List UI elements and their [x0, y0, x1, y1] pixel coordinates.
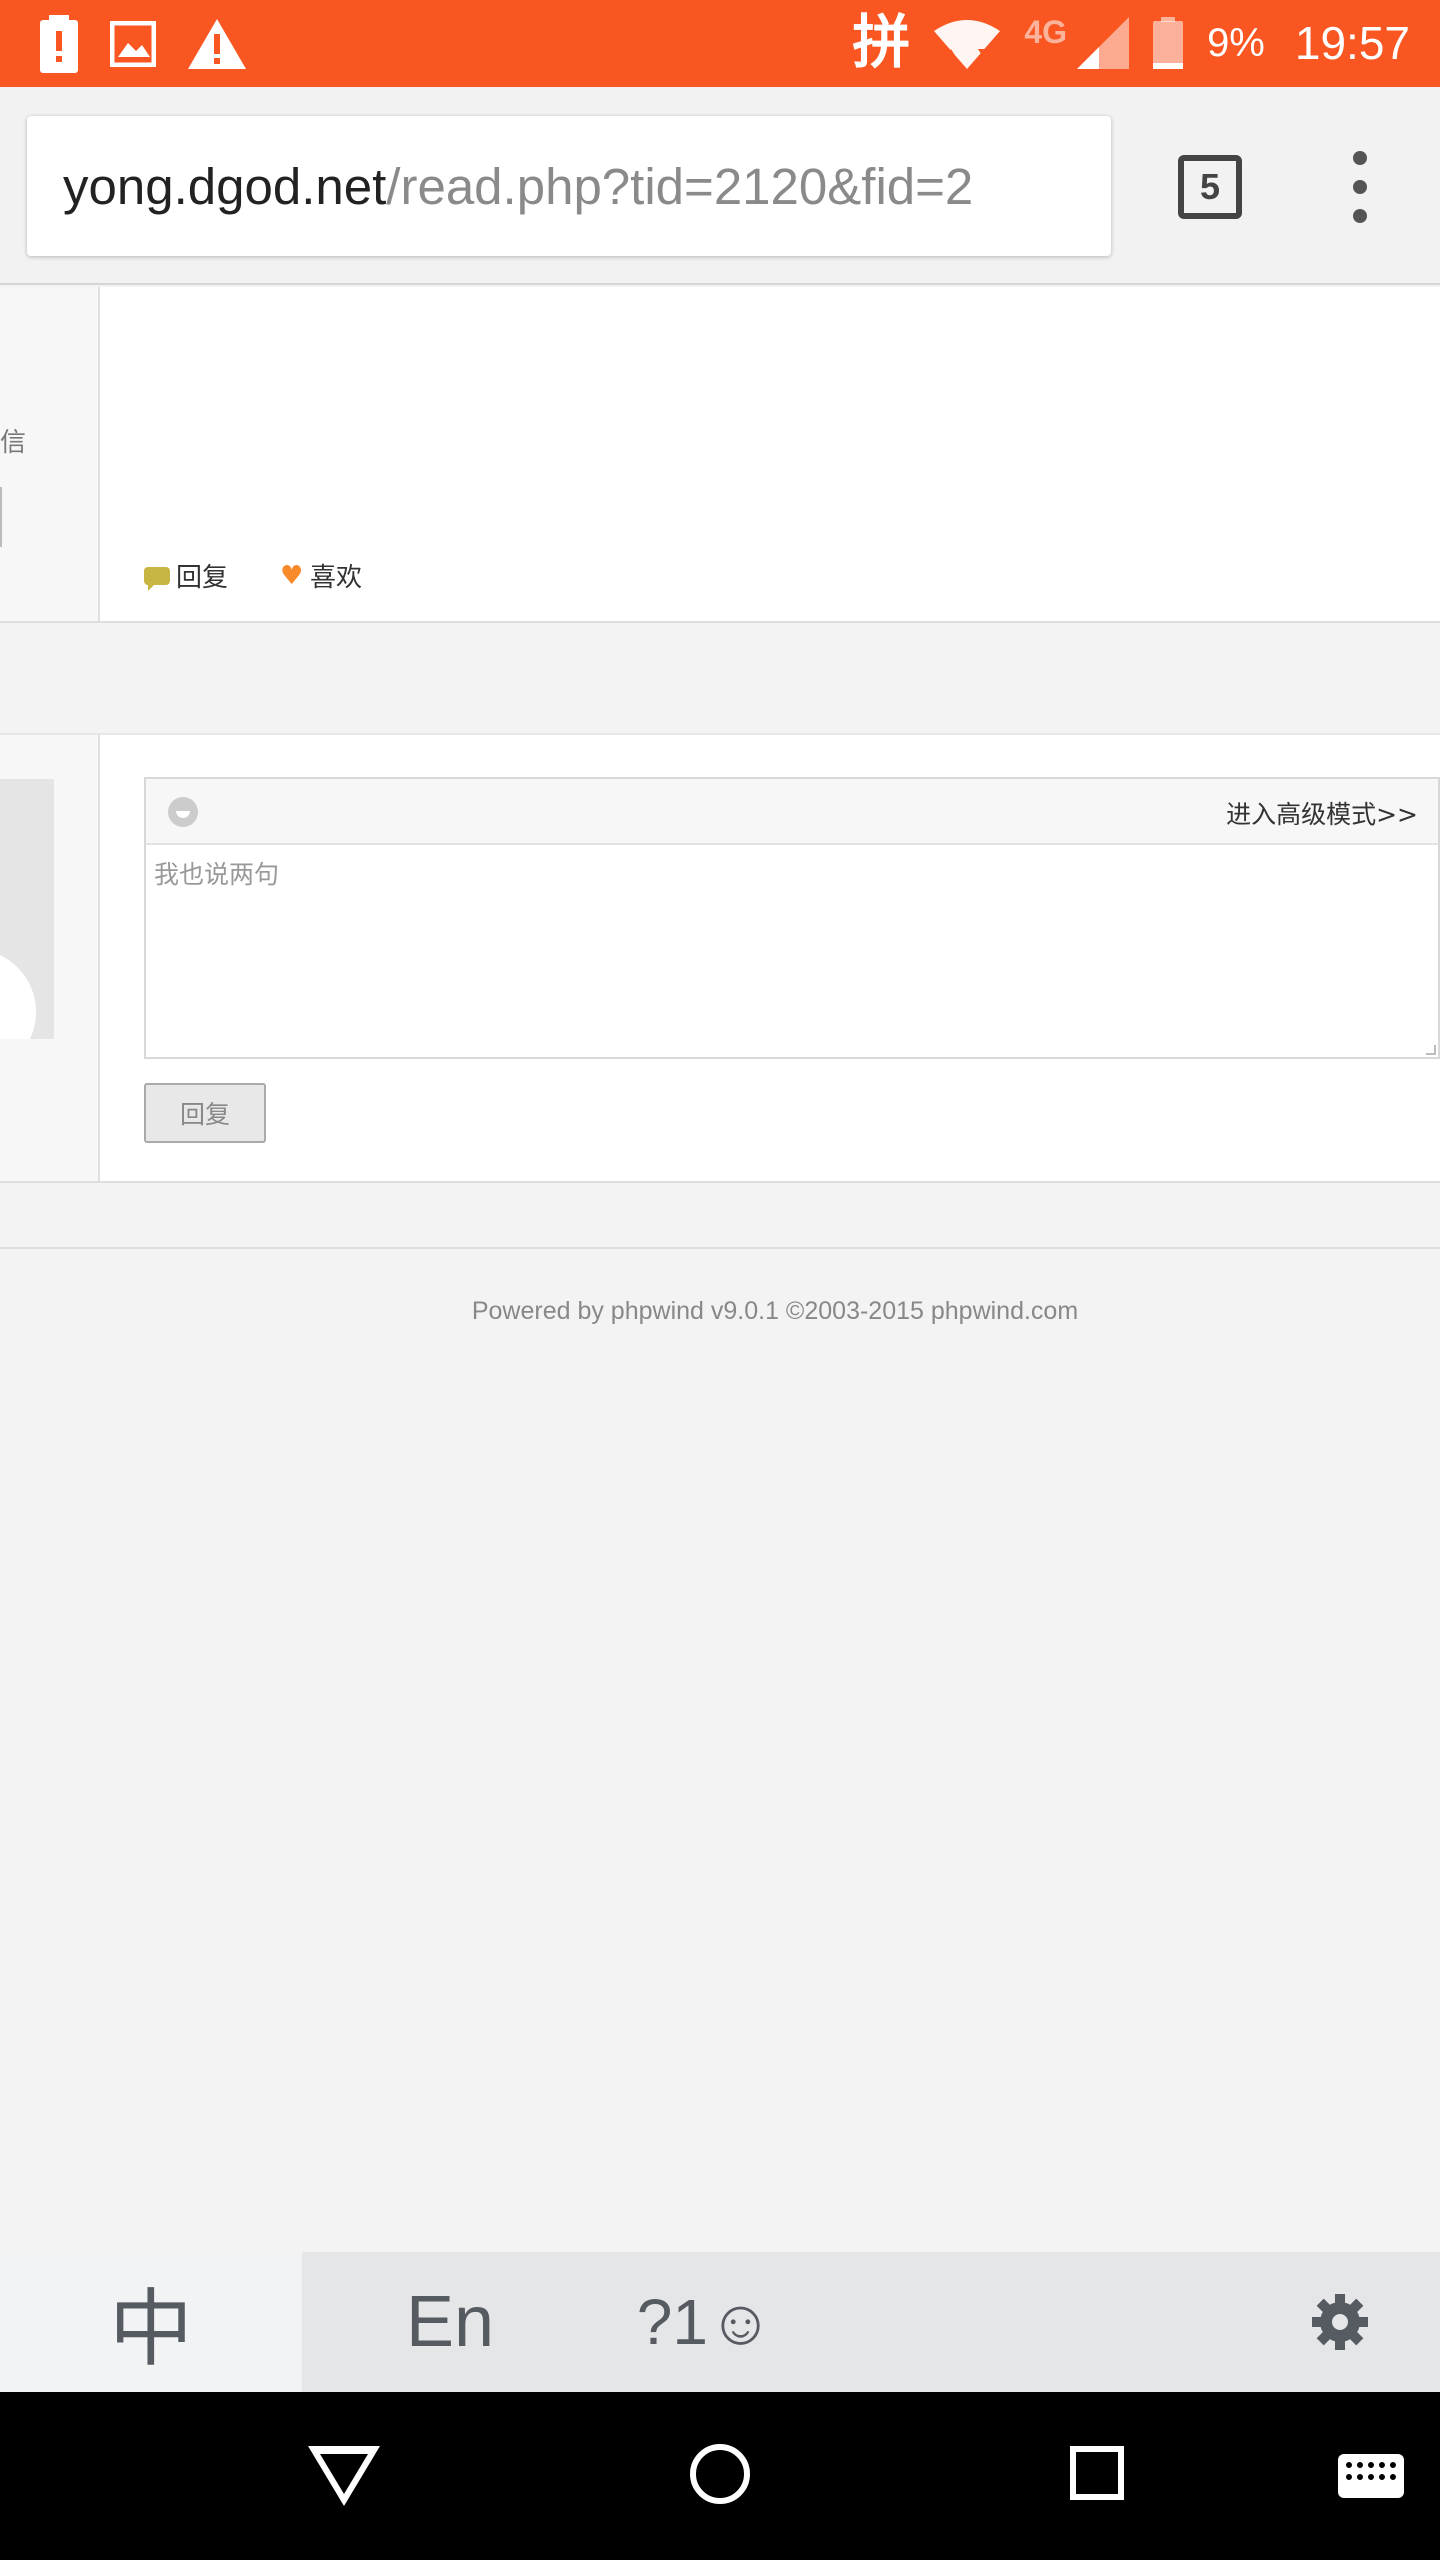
- wifi-icon: [934, 20, 1001, 69]
- reply-action[interactable]: 回复: [144, 557, 228, 594]
- keyboard-icon[interactable]: [1338, 2454, 1404, 2498]
- image-icon: [110, 21, 156, 67]
- tab-count: 5: [1199, 166, 1221, 207]
- tab-switcher-button[interactable]: 5: [1178, 155, 1242, 219]
- editor-toolbar: 进入高级模式>>: [146, 779, 1438, 845]
- footer-divider: [0, 1247, 1440, 1249]
- menu-dot-icon: [1353, 180, 1367, 194]
- clock: 19:57: [1294, 17, 1410, 69]
- footer-text: Powered by phpwind v9.0.1 ©2003-2015 php…: [471, 1297, 1079, 1325]
- ime-indicator: 拼: [852, 10, 911, 75]
- quick-reply: 进入高级模式>> 我也说两句 回复: [0, 733, 1440, 1183]
- emoji-icon[interactable]: [168, 797, 198, 827]
- like-action[interactable]: ♥ 喜欢: [280, 557, 362, 594]
- network-type: 4G: [1024, 13, 1068, 50]
- advanced-mode-link[interactable]: 进入高级模式>>: [1226, 795, 1418, 831]
- url-path: /read.php?tid=2120&fid=2: [386, 157, 974, 215]
- notification-icons: [40, 14, 246, 74]
- home-icon[interactable]: [690, 2444, 750, 2504]
- warning-icon: [188, 19, 246, 69]
- gear-icon: [1312, 2294, 1368, 2350]
- ime-toolbar: 中 En ?1☺: [0, 2252, 1440, 2392]
- browser-toolbar: yong.dgod.net/read.php?tid=2120&fid=2 5: [0, 87, 1440, 285]
- signal-icon: [1077, 17, 1130, 69]
- settings-button[interactable]: [1290, 2252, 1390, 2392]
- private-message-link[interactable]: 私信: [0, 422, 26, 459]
- battery-percent: 9%: [1207, 20, 1265, 65]
- divider: [0, 487, 2, 547]
- menu-dot-icon: [1353, 209, 1367, 223]
- ime-symbols-key[interactable]: ?1☺: [620, 2252, 790, 2392]
- comment-icon: [144, 566, 170, 591]
- status-bar: 拼 4G 9% 19:57: [0, 0, 1440, 87]
- heart-icon: ♥: [280, 560, 304, 591]
- back-icon[interactable]: [308, 2446, 380, 2506]
- post: 私信 回复 ♥ 喜欢: [0, 287, 1440, 623]
- recents-icon[interactable]: [1070, 2446, 1124, 2500]
- url-bar[interactable]: yong.dgod.net/read.php?tid=2120&fid=2: [27, 116, 1111, 256]
- reply-editor: 进入高级模式>> 我也说两句: [144, 777, 1440, 1059]
- post-author-column: 私信: [0, 287, 100, 621]
- menu-dot-icon: [1353, 151, 1367, 165]
- reply-submit-button[interactable]: 回复: [144, 1083, 266, 1143]
- battery-icon: [1153, 17, 1184, 69]
- reply-avatar-column: [0, 735, 100, 1181]
- reply-textarea[interactable]: 我也说两句: [154, 855, 279, 891]
- system-nav-bar: [0, 2392, 1440, 2560]
- battery-alert-icon: [40, 15, 78, 73]
- ime-english-key[interactable]: En: [360, 2252, 540, 2392]
- ime-chinese-key[interactable]: 中: [0, 2252, 302, 2392]
- resize-handle[interactable]: [1426, 1045, 1436, 1055]
- url-host: yong.dgod.net: [63, 157, 387, 215]
- post-actions: 回复 ♥ 喜欢: [144, 557, 362, 594]
- avatar: [0, 779, 54, 1039]
- reply-label: 回复: [176, 563, 229, 593]
- system-indicators: 拼 4G 9% 19:57: [852, 10, 1410, 76]
- overflow-menu-button[interactable]: [1340, 151, 1380, 223]
- like-label: 喜欢: [310, 563, 363, 593]
